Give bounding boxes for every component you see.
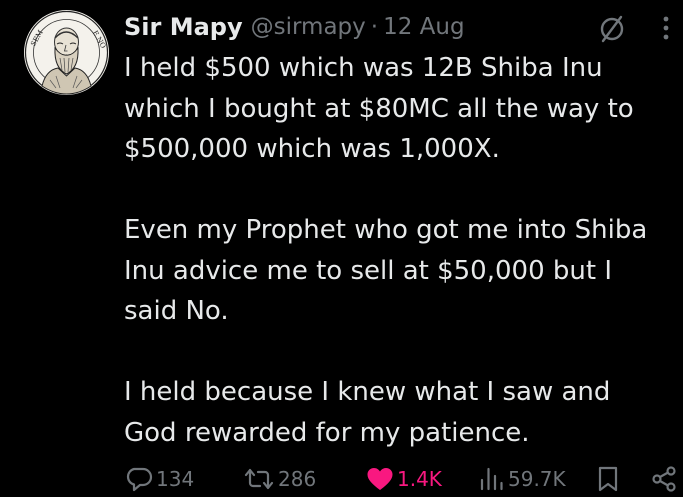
views-count: 59.7K	[508, 467, 566, 491]
engraved-portrait-avatar-icon: SEM E.NO	[24, 10, 109, 95]
text-line: Inu advice me to sell at $50,000 but I	[124, 255, 612, 286]
avatar[interactable]: SEM E.NO	[24, 10, 109, 95]
repost-count: 286	[278, 467, 317, 491]
text-line: Even my Prophet who got me into Shiba	[124, 215, 648, 245]
author-name[interactable]: Sir Mapy	[124, 13, 243, 41]
tweet-header: Sir Mapy @sirmapy · 12 Aug	[124, 8, 465, 46]
text-line: said No.	[124, 296, 229, 326]
share-button[interactable]	[650, 462, 678, 496]
like-icon	[366, 466, 394, 492]
views-button[interactable]: 59.7K	[479, 462, 566, 496]
tweet-paragraph: I held $500 which was 12B Shiba Inu whic…	[124, 48, 676, 170]
separator: ·	[370, 14, 379, 40]
views-icon	[479, 466, 505, 492]
tweet-paragraph: Even my Prophet who got me into Shiba In…	[124, 210, 676, 332]
like-button[interactable]: 1.4K	[366, 462, 442, 496]
repost-icon	[243, 466, 275, 492]
bookmark-button[interactable]	[596, 462, 620, 496]
tweet-date[interactable]: 12 Aug	[383, 14, 465, 40]
like-count: 1.4K	[397, 467, 442, 491]
bookmark-icon	[596, 465, 620, 493]
text-line: which I bought at $80MC all the way to	[124, 93, 634, 124]
tweet[interactable]: SEM E.NO Sir Mapy @sirmapy · 12 Aug I he…	[0, 0, 683, 497]
grok-icon[interactable]	[597, 14, 627, 44]
text-line: I held because I knew what I saw and	[124, 377, 611, 407]
action-bar: 134 286 1.4K 59.7K	[0, 462, 683, 496]
share-icon	[650, 465, 678, 493]
author-handle[interactable]: @sirmapy	[251, 14, 366, 40]
text-line: I held $500 which was 12B Shiba Inu	[124, 53, 603, 83]
tweet-paragraph: I held because I knew what I saw and God…	[124, 372, 676, 453]
text-line: $500,000 which was 1,000X.	[124, 134, 500, 164]
text-line: God rewarded for my patience.	[124, 417, 530, 448]
repost-button[interactable]: 286	[243, 462, 316, 496]
more-icon[interactable]	[662, 14, 670, 42]
reply-icon	[125, 466, 153, 492]
reply-button[interactable]: 134	[125, 462, 194, 496]
reply-count: 134	[156, 467, 195, 491]
tweet-text: I held $500 which was 12B Shiba Inu whic…	[124, 48, 676, 453]
